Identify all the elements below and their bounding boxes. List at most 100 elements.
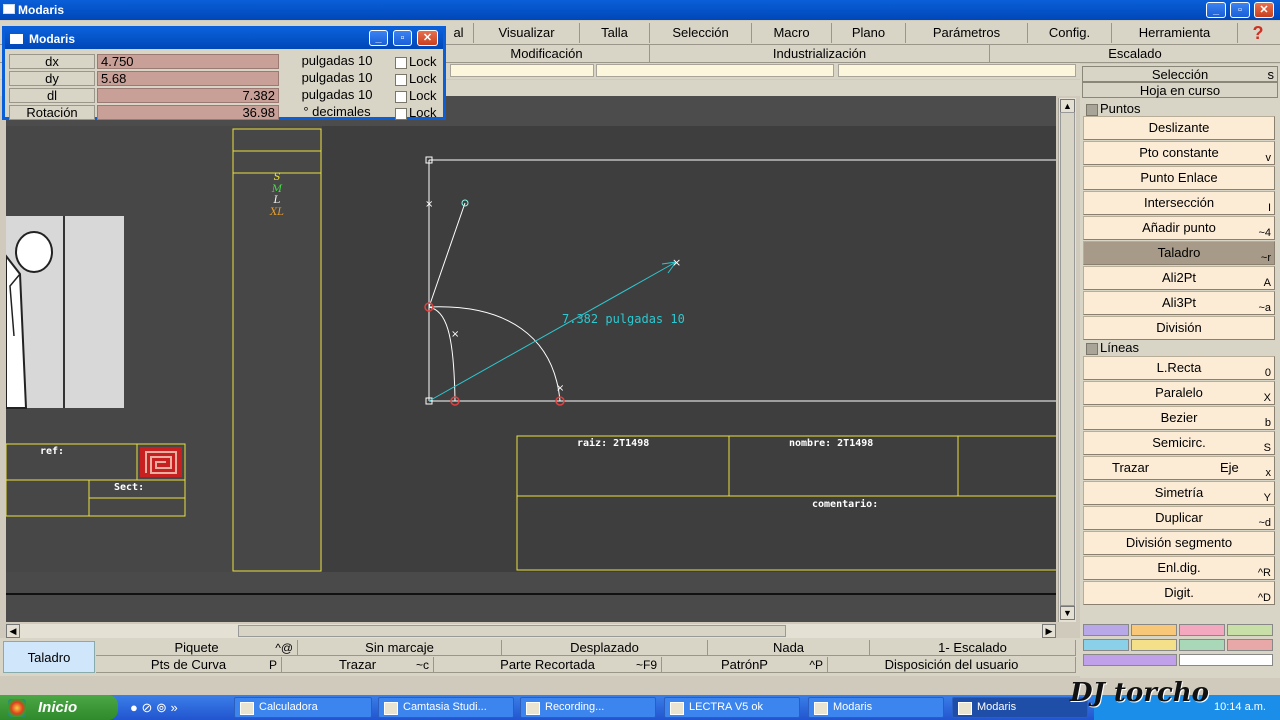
size-m[interactable]: M <box>233 184 321 196</box>
eje-option[interactable]: Eje <box>1220 457 1239 479</box>
current-mode-button[interactable]: Taladro <box>3 641 95 673</box>
color-swatch[interactable] <box>1131 624 1177 636</box>
menu-item-herramienta[interactable]: Herramienta <box>1112 23 1238 43</box>
dialog-field-value[interactable]: 7.382 <box>97 88 279 103</box>
menu-item-parametros[interactable]: Parámetros <box>906 23 1028 43</box>
tool-añadir-punto[interactable]: Añadir punto ~4 <box>1083 216 1275 240</box>
submenu-escalado[interactable]: Escalado <box>990 45 1280 63</box>
size-s[interactable]: S <box>233 172 321 184</box>
status-escalado[interactable]: 1- Escalado <box>870 640 1076 656</box>
status-area: Piquete ^@ Sin marcaje Desplazado Nada 1-… <box>0 638 1080 676</box>
vertical-scroll-thumb[interactable] <box>1060 112 1075 606</box>
color-swatch[interactable] <box>1083 654 1177 666</box>
tool-ali3pt[interactable]: Ali3Pt ~a <box>1083 291 1275 315</box>
status-patronp[interactable]: PatrónP ^P <box>662 657 828 673</box>
menu-item-visualizar[interactable]: Visualizar <box>474 23 580 43</box>
horizontal-scrollbar[interactable]: ◀ ▶ <box>6 624 1056 638</box>
help-icon[interactable]: ? <box>1240 23 1276 43</box>
tool-taladro[interactable]: Taladro ~r <box>1083 241 1275 265</box>
input-box-1[interactable] <box>450 64 594 77</box>
menu-item-plano[interactable]: Plano <box>832 23 906 43</box>
trazar-eje-toggle[interactable]: Trazar Eje x <box>1083 456 1275 480</box>
status-disposicion[interactable]: Disposición del usuario <box>828 657 1076 673</box>
drawing-canvas[interactable]: × × × × 7.382 pulgadas 10 S M L XL ref: … <box>6 96 1056 622</box>
tool-intersección[interactable]: Intersección I <box>1083 191 1275 215</box>
lock-checkbox[interactable]: Lock <box>393 54 445 69</box>
status-pts-curva[interactable]: Pts de Curva P <box>96 657 282 673</box>
status-trazar[interactable]: Trazar ~c <box>282 657 434 673</box>
submenu-modificacion[interactable]: Modificación <box>444 45 650 63</box>
tool-punto-enlace[interactable]: Punto Enlace <box>1083 166 1275 190</box>
close-button[interactable]: ✕ <box>1254 2 1274 18</box>
minimize-button[interactable]: _ <box>1206 2 1226 18</box>
color-swatch[interactable] <box>1227 624 1273 636</box>
menu-item-seleccion[interactable]: Selección <box>650 23 752 43</box>
tool-ali2pt[interactable]: Ali2Pt A <box>1083 266 1275 290</box>
panel-header-hoja[interactable]: Hoja en curso <box>1082 82 1278 98</box>
taskbar-item-lectra[interactable]: LECTRA V5 ok <box>664 697 800 718</box>
vertical-scrollbar[interactable]: ▲ ▼ <box>1058 98 1076 622</box>
maximize-button[interactable]: ▫ <box>1230 2 1250 18</box>
tool-división-segmento[interactable]: División segmento <box>1083 531 1275 555</box>
size-xl[interactable]: XL <box>233 207 321 219</box>
scroll-right-icon[interactable]: ▶ <box>1042 624 1056 638</box>
quick-launch-icons[interactable]: ● ⊘ ⊚ » <box>130 700 178 716</box>
dialog-maximize-button[interactable]: ▫ <box>393 30 412 46</box>
tool-enl-dig-[interactable]: Enl.dig. ^R <box>1083 556 1275 580</box>
color-swatch[interactable] <box>1083 624 1129 636</box>
menu-item-al[interactable]: al <box>444 23 474 43</box>
dialog-field-value[interactable]: 5.68 <box>97 71 279 86</box>
taskbar-item-recording[interactable]: Recording... <box>520 697 656 718</box>
input-box-2[interactable] <box>596 64 834 77</box>
tool-pto-constante[interactable]: Pto constante v <box>1083 141 1275 165</box>
color-swatch[interactable] <box>1227 639 1273 651</box>
tool-simetría[interactable]: Simetría Y <box>1083 481 1275 505</box>
status-desplazado[interactable]: Desplazado <box>502 640 708 656</box>
right-tool-panel: Selección s Hoja en curso Puntos Desliza… <box>1080 64 1280 678</box>
lock-checkbox[interactable]: Lock <box>393 71 445 86</box>
horizontal-scroll-thumb[interactable] <box>238 625 786 637</box>
tool-digit-[interactable]: Digit. ^D <box>1083 581 1275 605</box>
menu-item-talla[interactable]: Talla <box>580 23 650 43</box>
dialog-field-value[interactable]: 4.750 <box>97 54 279 69</box>
taskbar-item-modaris-1[interactable]: Modaris <box>808 697 944 718</box>
color-swatch[interactable] <box>1131 639 1177 651</box>
dialog-field-value[interactable]: 36.98 <box>97 105 279 120</box>
status-parte-recortada[interactable]: Parte Recortada ~F9 <box>434 657 662 673</box>
tool-deslizante[interactable]: Deslizante <box>1083 116 1275 140</box>
scroll-up-icon[interactable]: ▲ <box>1060 99 1075 113</box>
color-swatch[interactable] <box>1179 624 1225 636</box>
taskbar-item-modaris-2[interactable]: Modaris <box>952 697 1088 718</box>
taskbar-item-calculadora[interactable]: Calculadora <box>234 697 372 718</box>
status-piquete[interactable]: Piquete ^@ <box>96 640 298 656</box>
dialog-minimize-button[interactable]: _ <box>369 30 388 46</box>
color-swatch[interactable] <box>1083 639 1129 651</box>
lock-checkbox[interactable]: Lock <box>393 88 445 103</box>
trazar-option[interactable]: Trazar <box>1112 457 1149 479</box>
tool-duplicar[interactable]: Duplicar ~d <box>1083 506 1275 530</box>
tool-semicirc-[interactable]: Semicirc. S <box>1083 431 1275 455</box>
taskbar-item-camtasia[interactable]: Camtasia Studi... <box>378 697 514 718</box>
tool-label: Duplicar <box>1155 510 1203 525</box>
status-sin-marcaje[interactable]: Sin marcaje <box>298 640 502 656</box>
tool-bezier[interactable]: Bezier b <box>1083 406 1275 430</box>
scroll-left-icon[interactable]: ◀ <box>6 624 20 638</box>
scroll-down-icon[interactable]: ▼ <box>1060 606 1075 620</box>
size-l[interactable]: L <box>233 195 321 207</box>
color-swatch[interactable] <box>1179 654 1273 666</box>
tool-división[interactable]: División <box>1083 316 1275 340</box>
section-puntos[interactable]: Puntos <box>1084 101 1140 117</box>
input-box-3[interactable] <box>838 64 1076 77</box>
tool-l-recta[interactable]: L.Recta 0 <box>1083 356 1275 380</box>
color-swatch[interactable] <box>1179 639 1225 651</box>
panel-header-seleccion[interactable]: Selección s <box>1082 66 1278 82</box>
submenu-industrializacion[interactable]: Industrialización <box>650 45 990 63</box>
section-lineas[interactable]: Líneas <box>1084 340 1139 356</box>
status-escalado-label: 1- Escalado <box>938 640 1007 655</box>
lock-checkbox[interactable]: Lock <box>393 105 445 120</box>
tool-paralelo[interactable]: Paralelo X <box>1083 381 1275 405</box>
menu-item-macro[interactable]: Macro <box>752 23 832 43</box>
menu-item-config[interactable]: Config. <box>1028 23 1112 43</box>
dialog-close-button[interactable]: ✕ <box>417 30 438 46</box>
status-nada[interactable]: Nada <box>708 640 870 656</box>
